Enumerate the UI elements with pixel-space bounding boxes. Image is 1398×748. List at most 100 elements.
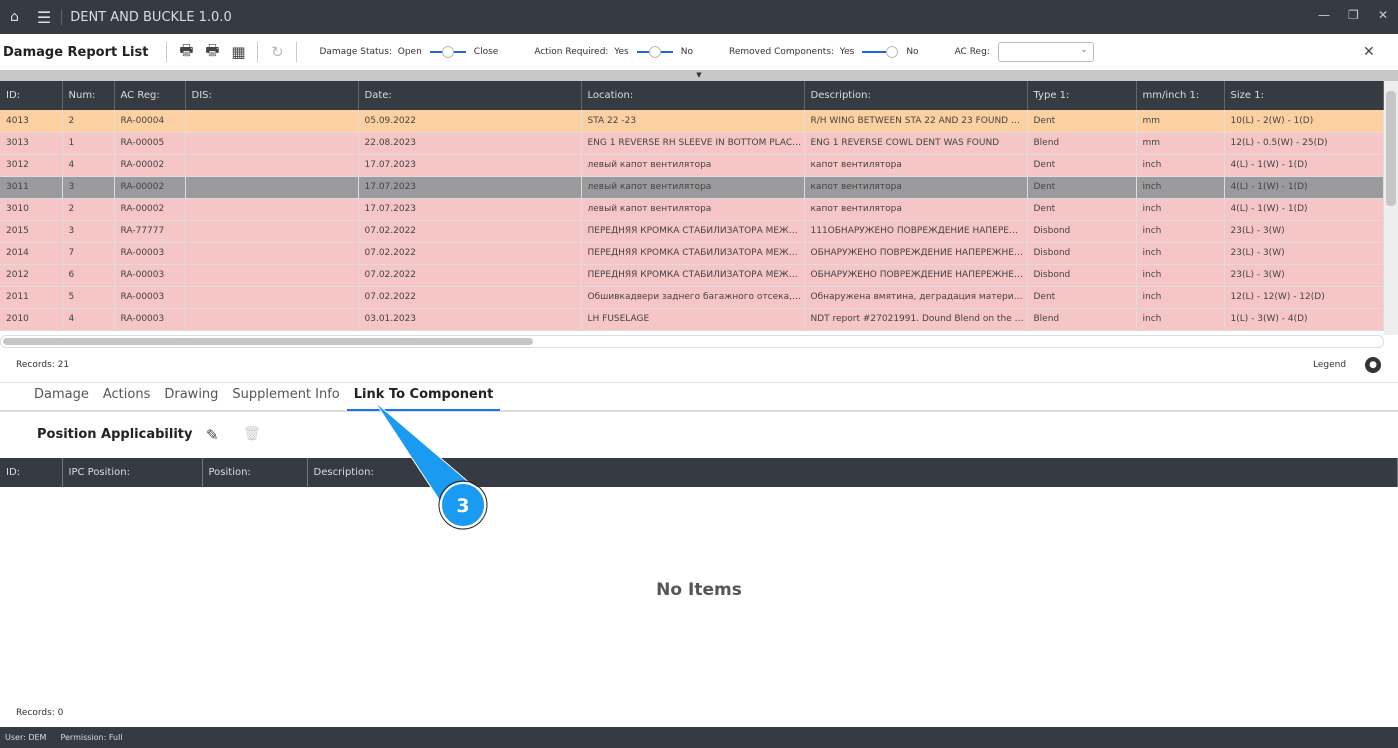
ac-reg-select[interactable]: ⌄ — [997, 42, 1094, 62]
table-cell: inch — [1136, 154, 1225, 177]
table-cell: 12(L) - 12(W) - 12(D) — [1224, 286, 1384, 309]
edit-icon[interactable]: ✎ — [206, 426, 219, 444]
table-cell: inch — [1136, 220, 1225, 243]
table-cell: RA-00002 — [114, 198, 186, 221]
chevron-down-icon: ⌄ — [1080, 45, 1088, 55]
table-cell: 3011 — [0, 176, 63, 199]
table-cell: 07.02.2022 — [358, 264, 582, 287]
column-header[interactable]: Position: — [202, 458, 308, 487]
column-header[interactable]: AC Reg: — [114, 81, 186, 110]
table-cell: 23(L) - 3(W) — [1224, 264, 1384, 287]
table-row[interactable]: 3012 4 RA-00002 17.07.2023 левый капот венти… — [0, 154, 1384, 177]
table-row[interactable]: 2011 5 RA-00003 07.02.2022 Обшивкадвери задн… — [0, 286, 1384, 309]
table-cell: 3012 — [0, 154, 63, 177]
table-cell — [185, 154, 359, 177]
collapse-handle[interactable]: ▼ — [0, 70, 1398, 81]
table-cell: RA-00002 — [114, 176, 186, 199]
table-cell: 17.07.2023 — [358, 198, 582, 221]
table-cell: 5 — [62, 286, 115, 309]
removed-components-toggle[interactable]: Removed Components: Yes No — [729, 46, 919, 58]
tab-drawing[interactable]: Drawing — [157, 383, 225, 411]
table-row[interactable]: 2014 7 RA-00003 07.02.2022 ПЕРЕДНЯЯ КРОМКА С… — [0, 242, 1384, 265]
legend-label[interactable]: Legend — [1313, 360, 1346, 370]
table-row[interactable]: 4013 2 RA-00004 05.09.2022 STA 22 -23 R/H WIN… — [0, 110, 1384, 133]
table-cell — [185, 176, 359, 199]
action-required-toggle[interactable]: Action Required: Yes No — [534, 46, 693, 58]
position-records-count: Records: 0 — [16, 708, 64, 718]
table-cell: 07.02.2022 — [358, 220, 582, 243]
window-close-button[interactable]: ✕ — [1378, 8, 1388, 22]
tab-supplement-info[interactable]: Supplement Info — [225, 383, 346, 411]
table-cell: 4013 — [0, 110, 63, 133]
table-row[interactable]: 3010 2 RA-00002 17.07.2023 левый капот венти… — [0, 198, 1384, 221]
table-cell: ПЕРЕДНЯЯ КРОМКА СТАБИЛИЗАТОРА МЕЖДУ... — [581, 242, 805, 265]
table-cell: 2 — [62, 198, 115, 221]
minimize-button[interactable]: — — [1318, 8, 1330, 22]
empty-message: No Items — [656, 580, 742, 600]
damage-status-toggle[interactable]: Damage Status: Open Close — [319, 46, 498, 58]
table-cell — [185, 242, 359, 265]
tab-damage[interactable]: Damage — [27, 383, 96, 411]
table-row[interactable]: 3011 3 RA-00002 17.07.2023 левый капот венти… — [0, 176, 1384, 199]
table-row[interactable]: 2012 6 RA-00003 07.02.2022 ПЕРЕДНЯЯ КРОМКА С… — [0, 264, 1384, 287]
table-cell: RA-00005 — [114, 132, 186, 155]
export-excel-icon[interactable]: ▦ — [225, 43, 251, 61]
table-cell: NDT report #27021991. Dound Blend on the… — [804, 308, 1028, 331]
table-cell: 12(L) - 0.5(W) - 25(D) — [1224, 132, 1384, 155]
table-cell: inch — [1136, 264, 1225, 287]
column-header[interactable]: Type 1: — [1027, 81, 1137, 110]
table-cell — [185, 132, 359, 155]
table-cell: 17.07.2023 — [358, 154, 582, 177]
close-panel-button[interactable]: ✕ — [1363, 44, 1375, 60]
table-cell — [185, 110, 359, 133]
status-bar: User: DEM Permission: Full — [0, 727, 1398, 748]
table-cell: inch — [1136, 198, 1225, 221]
column-header[interactable]: mm/inch 1: — [1136, 81, 1225, 110]
print-preview-icon[interactable]: 🖶 — [199, 40, 225, 65]
table-cell: Обшивкадвери заднего багажного отсека, м… — [581, 286, 805, 309]
table-cell: капот вентилятора — [804, 176, 1028, 199]
table-cell: Blend — [1027, 132, 1137, 155]
table-cell: 2012 — [0, 264, 63, 287]
refresh-icon[interactable]: ↻ — [264, 43, 290, 61]
column-header[interactable]: Description: — [804, 81, 1028, 110]
user-label: User: DEM — [5, 733, 47, 742]
column-header[interactable]: Date: — [358, 81, 582, 110]
table-row[interactable]: 3013 1 RA-00005 22.08.2023 ENG 1 REVERSE RH … — [0, 132, 1384, 155]
table-cell: R/H WING BETWEEN STA 22 AND 23 FOUND DE.… — [804, 110, 1028, 133]
column-header[interactable]: Description: — [307, 458, 1398, 487]
table-cell: 03.01.2023 — [358, 308, 582, 331]
column-header[interactable]: ID: — [0, 458, 63, 487]
column-header[interactable]: IPC Position: — [62, 458, 203, 487]
damage-table: ID: Num: AC Reg: DIS: Date: Location: Descript… — [0, 81, 1384, 331]
column-header[interactable]: ID: — [0, 81, 63, 110]
table-cell: Dent — [1027, 198, 1137, 221]
table-cell — [185, 308, 359, 331]
tab-actions[interactable]: Actions — [96, 383, 158, 411]
table-cell: Dent — [1027, 110, 1137, 133]
table-cell: 10(L) - 2(W) - 1(D) — [1224, 110, 1384, 133]
table-cell: LH FUSELAGE — [581, 308, 805, 331]
table-cell: 3010 — [0, 198, 63, 221]
eye-icon[interactable]: ● — [1365, 357, 1381, 373]
horizontal-scrollbar[interactable] — [0, 335, 1384, 348]
column-header[interactable]: Size 1: — [1224, 81, 1384, 110]
column-header[interactable]: DIS: — [185, 81, 359, 110]
delete-icon[interactable]: 🗑 — [243, 426, 261, 442]
table-cell: ОБНАРУЖЕНО ПОВРЕЖДЕНИЕ НАПЕРЕЖНЕЙ... — [804, 242, 1028, 265]
column-header[interactable]: Location: — [581, 81, 805, 110]
table-cell: Dent — [1027, 176, 1137, 199]
vertical-scrollbar[interactable] — [1384, 81, 1398, 335]
table-row[interactable]: 2010 4 RA-00003 03.01.2023 LH FUSELAGE NDT re… — [0, 308, 1384, 331]
column-header[interactable]: Num: — [62, 81, 115, 110]
table-cell: RA-00003 — [114, 286, 186, 309]
menu-icon[interactable]: ☰ — [37, 8, 51, 27]
table-cell: левый капот вентилятора — [581, 176, 805, 199]
tab-link-to-component[interactable]: Link To Component — [346, 383, 501, 411]
table-cell: RA-77777 — [114, 220, 186, 243]
table-row[interactable]: 2015 3 RA-77777 07.02.2022 ПЕРЕДНЯЯ КРОМКА С… — [0, 220, 1384, 243]
print-icon[interactable]: 🖶 — [173, 40, 199, 65]
table-cell: 111ОБНАРУЖЕНО ПОВРЕЖДЕНИЕ НАПЕРЕЖН... — [804, 220, 1028, 243]
table-cell: 07.02.2022 — [358, 286, 582, 309]
restore-button[interactable]: ❐ — [1348, 8, 1359, 22]
